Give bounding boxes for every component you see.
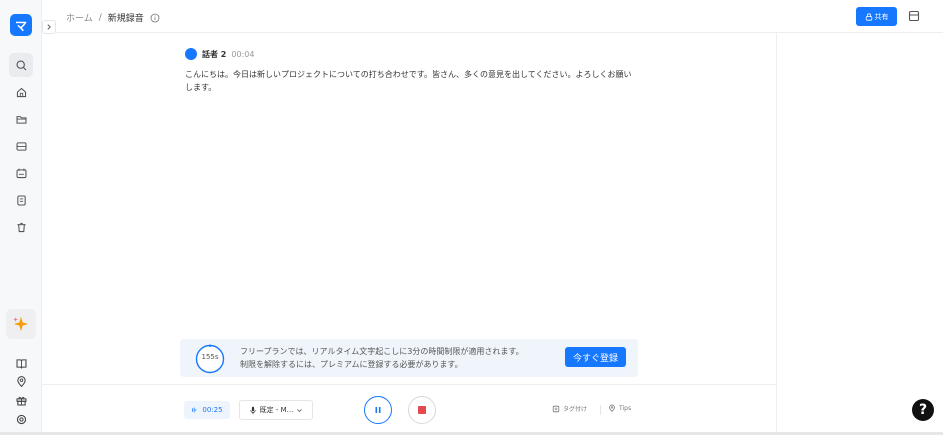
breadcrumb: ホーム / 新規録音 <box>66 11 160 24</box>
stop-icon <box>418 406 426 414</box>
sidebar-item-document[interactable] <box>9 188 33 212</box>
chevron-down-icon <box>297 408 303 412</box>
location-icon <box>16 375 26 387</box>
trash-icon <box>16 222 26 232</box>
breadcrumb-separator: / <box>98 12 102 23</box>
info-icon[interactable] <box>150 13 160 23</box>
sidebar-item-calendar[interactable] <box>9 161 33 185</box>
app-root: マ ホーム / 新規録音 共有 話者 2 00:04 こんにちは。今日は新しいプ… <box>0 0 943 435</box>
speaker-avatar-icon <box>185 48 197 60</box>
sidebar: マ <box>0 0 42 435</box>
document-icon <box>16 195 26 205</box>
tag-button[interactable]: タグ付け <box>552 404 587 413</box>
pause-icon <box>375 407 381 413</box>
sidebar-item-folder[interactable] <box>9 107 33 131</box>
share-label: 共有 <box>874 12 889 21</box>
chevron-right-icon <box>47 24 51 30</box>
app-logo[interactable]: マ <box>10 14 32 36</box>
register-now-button[interactable]: 今すぐ登録 <box>565 347 626 367</box>
settings-icon <box>16 414 26 424</box>
help-button[interactable]: ? <box>912 399 934 421</box>
elapsed-time-value: 00:25 <box>202 406 223 414</box>
speaker-timestamp[interactable]: 00:04 <box>231 50 254 59</box>
banner-line-1: フリープランでは、リアルタイム文字起こしに3分の時間制限が適用されます。 <box>240 347 524 356</box>
gift-icon <box>16 396 26 405</box>
pause-button[interactable] <box>364 396 392 424</box>
banner-message: フリープランでは、リアルタイム文字起こしに3分の時間制限が適用されます。 制限を… <box>240 345 524 371</box>
controls-divider <box>600 405 601 415</box>
folder-icon <box>16 115 26 124</box>
sidebar-item-search[interactable] <box>9 53 33 77</box>
page-title: 新規録音 <box>107 14 144 24</box>
waveform-icon <box>192 407 197 413</box>
microphone-select[interactable]: 既定 - M... <box>239 400 313 420</box>
transcript-text[interactable]: こんにちは。今日は新しいプロジェクトについての打ち合わせです。皆さん、多くの意見… <box>185 68 637 94</box>
transcript-speaker: 話者 2 00:04 <box>185 48 254 60</box>
side-panel-icon[interactable] <box>908 10 920 22</box>
tag-label: タグ付け <box>563 406 588 413</box>
tag-icon <box>552 405 560 412</box>
home-icon <box>16 87 26 97</box>
sidebar-toggle-button[interactable] <box>42 20 56 34</box>
microphone-icon <box>250 406 256 414</box>
ai-assistant-button[interactable] <box>6 309 36 339</box>
elapsed-time: 00:25 <box>184 401 230 419</box>
countdown-timer: 155s <box>201 353 219 361</box>
book-icon <box>16 358 26 369</box>
share-button[interactable]: 共有 <box>856 7 897 26</box>
right-pane-divider <box>776 33 777 435</box>
top-header: ホーム / 新規録音 共有 <box>56 0 943 33</box>
banner-line-2: 制限を解除するには、プレミアムに登録する必要があります。 <box>240 360 463 369</box>
sidebar-item-trash[interactable] <box>9 215 33 239</box>
sidebar-item-inbox[interactable] <box>9 134 33 158</box>
microphone-select-value: 既定 - M... <box>259 406 294 414</box>
speaker-name[interactable]: 話者 2 <box>202 49 226 60</box>
lock-icon <box>865 12 872 21</box>
sidebar-item-settings[interactable] <box>9 407 33 431</box>
recording-controls: 00:25 既定 - M... タグ付け Tips <box>42 384 776 435</box>
location-pin-icon <box>609 404 615 412</box>
search-icon <box>15 59 26 70</box>
tips-label: Tips <box>619 404 632 412</box>
inbox-icon <box>16 141 26 151</box>
sparkle-icon <box>13 316 29 332</box>
sidebar-item-home[interactable] <box>9 80 33 104</box>
breadcrumb-home[interactable]: ホーム <box>66 11 93 24</box>
tips-button[interactable]: Tips <box>608 404 631 412</box>
free-plan-banner: 155s フリープランでは、リアルタイム文字起こしに3分の時間制限が適用されます… <box>180 339 638 377</box>
calendar-icon <box>16 168 26 178</box>
stop-button[interactable] <box>408 396 436 424</box>
